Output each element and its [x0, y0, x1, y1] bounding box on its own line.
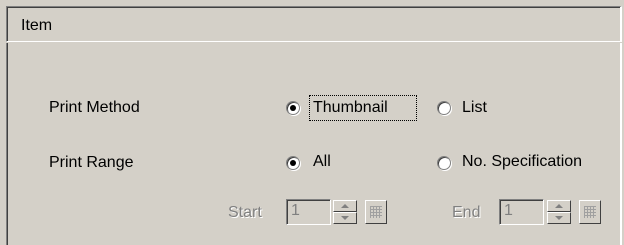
end-spin-up-button[interactable]: [547, 200, 571, 212]
end-spin-down-button[interactable]: [547, 212, 571, 224]
item-header: Item: [6, 6, 622, 42]
all-radio-label[interactable]: All: [313, 153, 331, 171]
item-header-label: Item: [21, 17, 53, 34]
all-radio[interactable]: [286, 156, 300, 170]
start-spin-down-button[interactable]: [333, 212, 357, 224]
start-grid-icon[interactable]: [365, 200, 387, 224]
thumbnail-radio-label[interactable]: Thumbnail: [313, 99, 388, 117]
start-value-input[interactable]: 1: [286, 199, 331, 225]
start-spin-arrows-icon[interactable]: [333, 200, 357, 224]
end-value-input[interactable]: 1: [499, 199, 544, 225]
print-method-label: Print Method: [49, 99, 140, 116]
start-label: Start: [228, 204, 262, 221]
list-radio-label[interactable]: List: [462, 99, 487, 117]
start-spin-up-button[interactable]: [333, 200, 357, 212]
radio-selected-dot: [290, 105, 296, 111]
radio-selected-dot: [290, 160, 296, 166]
end-spin-arrows-icon[interactable]: [547, 200, 571, 224]
print-range-label: Print Range: [49, 154, 134, 171]
thumbnail-radio[interactable]: [286, 101, 300, 115]
item-panel: Item Print Method Thumbnail List Print R…: [0, 0, 624, 245]
end-grid-icon[interactable]: [579, 200, 601, 224]
no-specification-radio-label[interactable]: No. Specification: [462, 153, 582, 171]
list-radio[interactable]: [437, 101, 451, 115]
end-label: End: [452, 204, 481, 221]
no-specification-radio[interactable]: [437, 156, 451, 170]
